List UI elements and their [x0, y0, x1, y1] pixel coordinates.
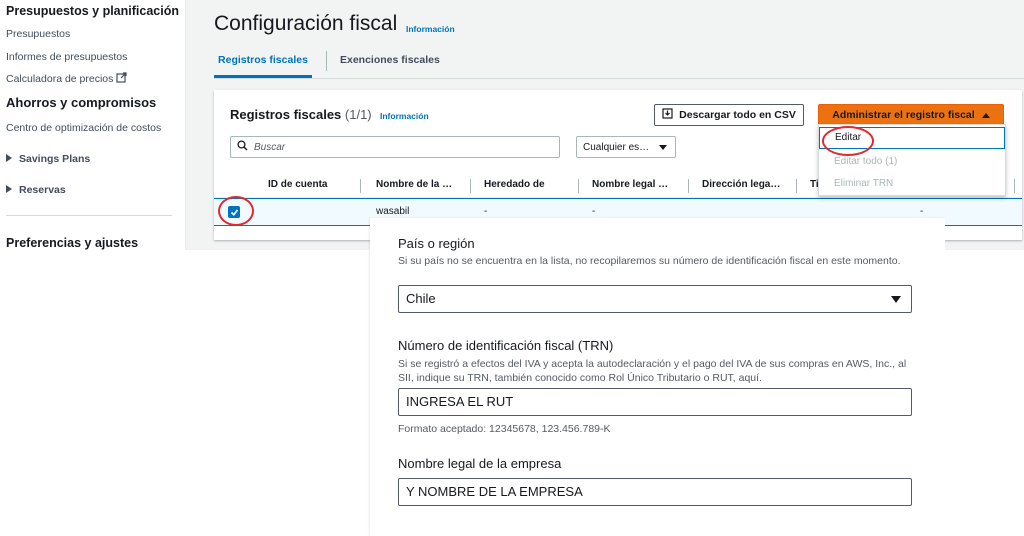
menu-item-delete-trn[interactable]: Eliminar TRN [819, 173, 1005, 195]
search-placeholder: Buscar [254, 141, 286, 153]
sidebar-item-label: Savings Plans [19, 153, 91, 165]
column-name[interactable]: Nombre de la … [376, 172, 452, 198]
manage-tax-registration-button[interactable]: Administrar el registro fiscal [818, 104, 1004, 126]
sidebar-item-savings-plans[interactable]: Savings Plans [6, 153, 90, 165]
sidebar-item-cost-optimization[interactable]: Centro de optimización de costos [6, 122, 161, 134]
sidebar-item-label: Calculadora de precios [6, 73, 114, 85]
tab-tax-exemptions[interactable]: Exenciones fiscales [340, 46, 440, 78]
country-select[interactable]: Chile [398, 285, 912, 313]
caret-right-icon [6, 154, 12, 162]
download-icon [662, 108, 673, 122]
country-description: Si su país no se encuentra en la lista, … [398, 255, 901, 267]
caret-up-icon [981, 112, 990, 118]
column-separator [796, 179, 797, 193]
edit-tax-registration-form: País o región Si su país no se encuentra… [370, 218, 945, 536]
card-title-text: Registros fiscales [230, 107, 342, 122]
trn-format-hint: Formato aceptado: 12345678, 123.456.789-… [398, 423, 611, 435]
search-icon [237, 138, 248, 156]
sidebar-item-reservations[interactable]: Reservas [6, 184, 66, 196]
column-separator [688, 179, 689, 193]
column-account-id[interactable]: ID de cuenta [268, 172, 327, 198]
company-name-input[interactable]: Y NOMBRE DE LA EMPRESA [398, 478, 912, 506]
column-inherited[interactable]: Heredado de [484, 172, 545, 198]
tab-separator [326, 51, 327, 71]
filter-value: Cualquier es… [583, 141, 650, 153]
column-separator [470, 179, 471, 193]
sidebar: Presupuestos y planificación Presupuesto… [0, 0, 186, 250]
column-separator [360, 179, 361, 193]
sidebar-item-label: Reservas [19, 184, 66, 196]
caret-right-icon [6, 185, 12, 193]
sidebar-section-budgets: Presupuestos y planificación [6, 4, 179, 18]
page-info-link[interactable]: Información [406, 24, 455, 34]
company-name-label: Nombre legal de la empresa [398, 456, 562, 471]
chevron-down-icon [659, 144, 667, 150]
external-link-icon [116, 72, 128, 86]
trn-label: Número de identificación fiscal (TRN) [398, 338, 614, 353]
tabs-underline [214, 78, 1024, 79]
main-content: Configuración fiscal Información Registr… [186, 0, 1024, 250]
status-filter-select[interactable]: Cualquier es… [576, 136, 676, 158]
column-separator [578, 179, 579, 193]
card-title: Registros fiscales (1/1) [230, 107, 372, 122]
chevron-down-icon [891, 296, 901, 303]
sidebar-section-savings: Ahorros y compromisos [6, 95, 157, 110]
column-separator [1014, 179, 1015, 193]
search-input[interactable]: Buscar [230, 136, 560, 158]
sidebar-divider [6, 215, 172, 216]
sidebar-item-budget-reports[interactable]: Informes de presupuestos [6, 51, 127, 63]
sidebar-item-budgets[interactable]: Presupuestos [6, 28, 70, 40]
page-title: Configuración fiscal [214, 12, 398, 35]
country-value: Chile [406, 291, 436, 306]
trn-description: Si se registró a efectos del IVA y acept… [398, 358, 907, 384]
column-address[interactable]: Dirección lega… [702, 172, 780, 198]
download-csv-button[interactable]: Descargar todo en CSV [654, 104, 804, 126]
sidebar-section-preferences: Preferencias y ajustes [6, 236, 139, 250]
country-label: País o región [398, 236, 475, 251]
highlight-ring-checkbox [218, 196, 254, 226]
highlight-ring-edit [822, 126, 874, 156]
download-csv-label: Descargar todo en CSV [679, 109, 796, 121]
column-legal-name[interactable]: Nombre legal … [592, 172, 668, 198]
trn-input[interactable]: INGRESA EL RUT [398, 388, 912, 416]
record-count: (1/1) [344, 107, 372, 122]
manage-label: Administrar el registro fiscal [832, 109, 975, 121]
sidebar-item-pricing-calculator[interactable]: Calculadora de precios [6, 72, 128, 86]
card-info-link[interactable]: Información [380, 111, 429, 121]
tab-tax-registrations[interactable]: Registros fiscales [214, 46, 312, 78]
